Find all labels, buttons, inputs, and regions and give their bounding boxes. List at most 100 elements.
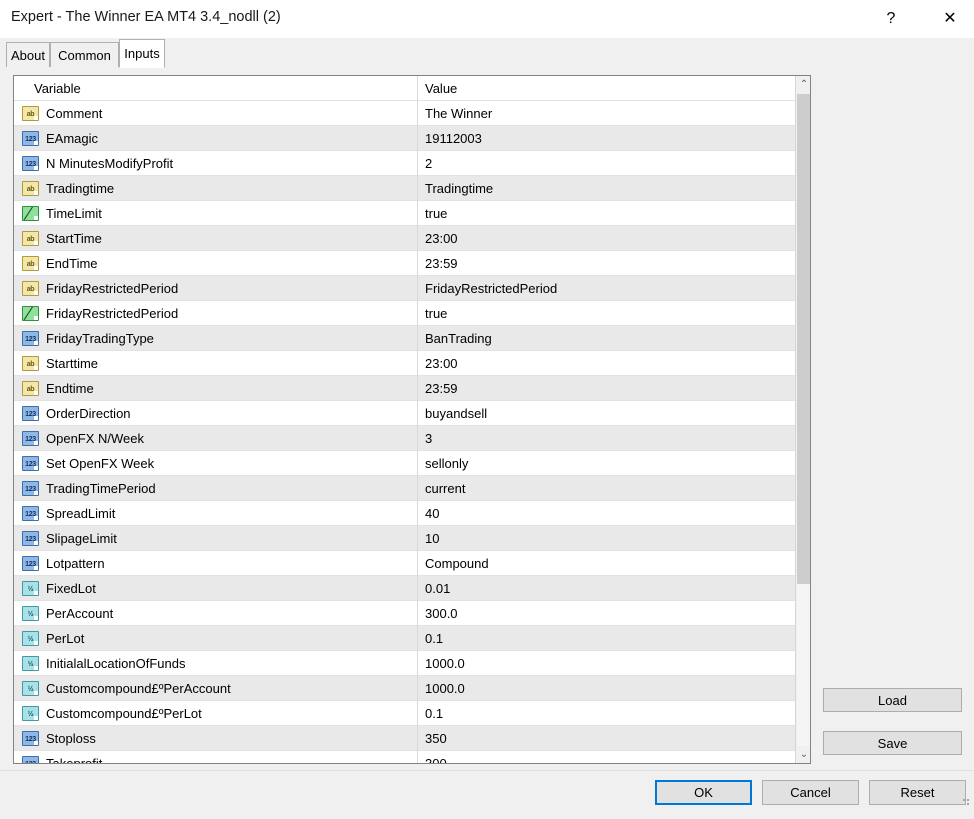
table-row[interactable]: ½Customcompound£ºPerLot0.1 <box>14 701 795 726</box>
scrollbar-track-lower[interactable] <box>797 584 811 746</box>
table-cell-variable[interactable]: ╱FridayRestrictedPeriod <box>14 301 417 326</box>
table-row[interactable]: abStartTime23:00 <box>14 226 795 251</box>
table-row[interactable]: 123SlipageLimit10 <box>14 526 795 551</box>
table-cell-value[interactable]: Tradingtime <box>417 176 795 201</box>
table-row[interactable]: ½InitialalLocationOfFunds1000.0 <box>14 651 795 676</box>
table-cell-value[interactable]: true <box>417 301 795 326</box>
table-row[interactable]: abFridayRestrictedPeriodFridayRestricted… <box>14 276 795 301</box>
variable-name: StartTime <box>46 231 102 246</box>
table-cell-value[interactable]: 2 <box>417 151 795 176</box>
table-row[interactable]: abEndtime23:59 <box>14 376 795 401</box>
table-cell-variable[interactable]: abStarttime <box>14 351 417 376</box>
table-row[interactable]: 123OpenFX N/Week3 <box>14 426 795 451</box>
table-row[interactable]: ½Customcompound£ºPerAccount1000.0 <box>14 676 795 701</box>
table-row[interactable]: ½PerLot0.1 <box>14 626 795 651</box>
close-button[interactable]: ✕ <box>927 0 973 38</box>
table-row[interactable]: abTradingtimeTradingtime <box>14 176 795 201</box>
table-row[interactable]: 123EAmagic19112003 <box>14 126 795 151</box>
table-cell-variable[interactable]: 123TradingTimePeriod <box>14 476 417 501</box>
table-cell-value[interactable]: 23:00 <box>417 226 795 251</box>
help-button[interactable]: ? <box>868 0 914 38</box>
table-cell-variable[interactable]: abFridayRestrictedPeriod <box>14 276 417 301</box>
table-cell-value[interactable]: 0.1 <box>417 701 795 726</box>
table-cell-variable[interactable]: abStartTime <box>14 226 417 251</box>
table-cell-variable[interactable]: 123Set OpenFX Week <box>14 451 417 476</box>
column-header-value[interactable]: Value <box>417 76 795 101</box>
table-cell-variable[interactable]: ╱TimeLimit <box>14 201 417 226</box>
table-cell-value[interactable]: 300 <box>417 751 795 763</box>
scrollbar-thumb[interactable] <box>797 94 811 584</box>
table-row[interactable]: 123LotpatternCompound <box>14 551 795 576</box>
table-cell-variable[interactable]: ½FixedLot <box>14 576 417 601</box>
resize-grip[interactable] <box>963 799 971 807</box>
scroll-up-arrow-icon[interactable]: ⌃ <box>796 76 811 93</box>
ok-button[interactable]: OK <box>655 780 752 805</box>
table-cell-variable[interactable]: 123SpreadLimit <box>14 501 417 526</box>
table-cell-value[interactable]: 40 <box>417 501 795 526</box>
tab-about[interactable]: About <box>6 42 50 67</box>
table-row[interactable]: 123OrderDirectionbuyandsell <box>14 401 795 426</box>
table-cell-value[interactable]: current <box>417 476 795 501</box>
table-row[interactable]: ½PerAccount300.0 <box>14 601 795 626</box>
table-cell-value[interactable]: 350 <box>417 726 795 751</box>
table-cell-value[interactable]: 19112003 <box>417 126 795 151</box>
table-cell-variable[interactable]: abComment <box>14 101 417 126</box>
table-cell-variable[interactable]: ½Customcompound£ºPerAccount <box>14 676 417 701</box>
table-cell-variable[interactable]: 123EAmagic <box>14 126 417 151</box>
scroll-down-arrow-icon[interactable]: ⌄ <box>796 746 811 763</box>
table-cell-value[interactable]: 23:00 <box>417 351 795 376</box>
table-row[interactable]: abStarttime23:00 <box>14 351 795 376</box>
reset-button[interactable]: Reset <box>869 780 966 805</box>
table-cell-value[interactable]: 0.01 <box>417 576 795 601</box>
table-row[interactable]: ╱FridayRestrictedPeriodtrue <box>14 301 795 326</box>
save-button[interactable]: Save <box>823 731 962 755</box>
table-row[interactable]: ½FixedLot0.01 <box>14 576 795 601</box>
table-row[interactable]: 123TradingTimePeriodcurrent <box>14 476 795 501</box>
table-row[interactable]: 123N MinutesModifyProfit2 <box>14 151 795 176</box>
table-cell-value[interactable]: 1000.0 <box>417 676 795 701</box>
table-cell-variable[interactable]: 123FridayTradingType <box>14 326 417 351</box>
table-cell-variable[interactable]: 123SlipageLimit <box>14 526 417 551</box>
table-cell-variable[interactable]: ½PerAccount <box>14 601 417 626</box>
table-cell-variable[interactable]: abEndtime <box>14 376 417 401</box>
table-cell-value[interactable]: FridayRestrictedPeriod <box>417 276 795 301</box>
table-row[interactable]: 123Set OpenFX Weeksellonly <box>14 451 795 476</box>
table-row[interactable]: ╱TimeLimittrue <box>14 201 795 226</box>
tab-inputs[interactable]: Inputs <box>119 39 165 68</box>
table-cell-variable[interactable]: 123Stoploss <box>14 726 417 751</box>
table-row[interactable]: 123FridayTradingTypeBanTrading <box>14 326 795 351</box>
table-cell-value[interactable]: BanTrading <box>417 326 795 351</box>
table-cell-variable[interactable]: 123N MinutesModifyProfit <box>14 151 417 176</box>
table-cell-value[interactable]: 23:59 <box>417 376 795 401</box>
table-row[interactable]: abCommentThe Winner <box>14 101 795 126</box>
table-cell-value[interactable]: 0.1 <box>417 626 795 651</box>
table-cell-value[interactable]: Compound <box>417 551 795 576</box>
table-cell-variable[interactable]: ½InitialalLocationOfFunds <box>14 651 417 676</box>
table-cell-variable[interactable]: 123Lotpattern <box>14 551 417 576</box>
table-vertical-scrollbar[interactable]: ⌃ ⌄ <box>795 76 811 763</box>
table-cell-variable[interactable]: abEndTime <box>14 251 417 276</box>
table-cell-value[interactable]: buyandsell <box>417 401 795 426</box>
tab-common[interactable]: Common <box>50 42 119 67</box>
table-cell-variable[interactable]: 123OrderDirection <box>14 401 417 426</box>
table-cell-value[interactable]: 10 <box>417 526 795 551</box>
load-button[interactable]: Load <box>823 688 962 712</box>
table-row[interactable]: 123SpreadLimit40 <box>14 501 795 526</box>
table-row[interactable]: abEndTime23:59 <box>14 251 795 276</box>
table-cell-value[interactable]: sellonly <box>417 451 795 476</box>
column-header-variable[interactable]: Variable <box>14 76 417 101</box>
table-cell-value[interactable]: The Winner <box>417 101 795 126</box>
table-cell-value[interactable]: 300.0 <box>417 601 795 626</box>
table-cell-value[interactable]: true <box>417 201 795 226</box>
table-cell-variable[interactable]: abTradingtime <box>14 176 417 201</box>
table-cell-variable[interactable]: 123Takeprofit <box>14 751 417 763</box>
table-cell-variable[interactable]: ½Customcompound£ºPerLot <box>14 701 417 726</box>
table-cell-value[interactable]: 3 <box>417 426 795 451</box>
cancel-button[interactable]: Cancel <box>762 780 859 805</box>
table-cell-value[interactable]: 1000.0 <box>417 651 795 676</box>
table-cell-variable[interactable]: ½PerLot <box>14 626 417 651</box>
table-cell-variable[interactable]: 123OpenFX N/Week <box>14 426 417 451</box>
table-row[interactable]: 123Stoploss350 <box>14 726 795 751</box>
table-row[interactable]: 123Takeprofit300 <box>14 751 795 763</box>
table-cell-value[interactable]: 23:59 <box>417 251 795 276</box>
